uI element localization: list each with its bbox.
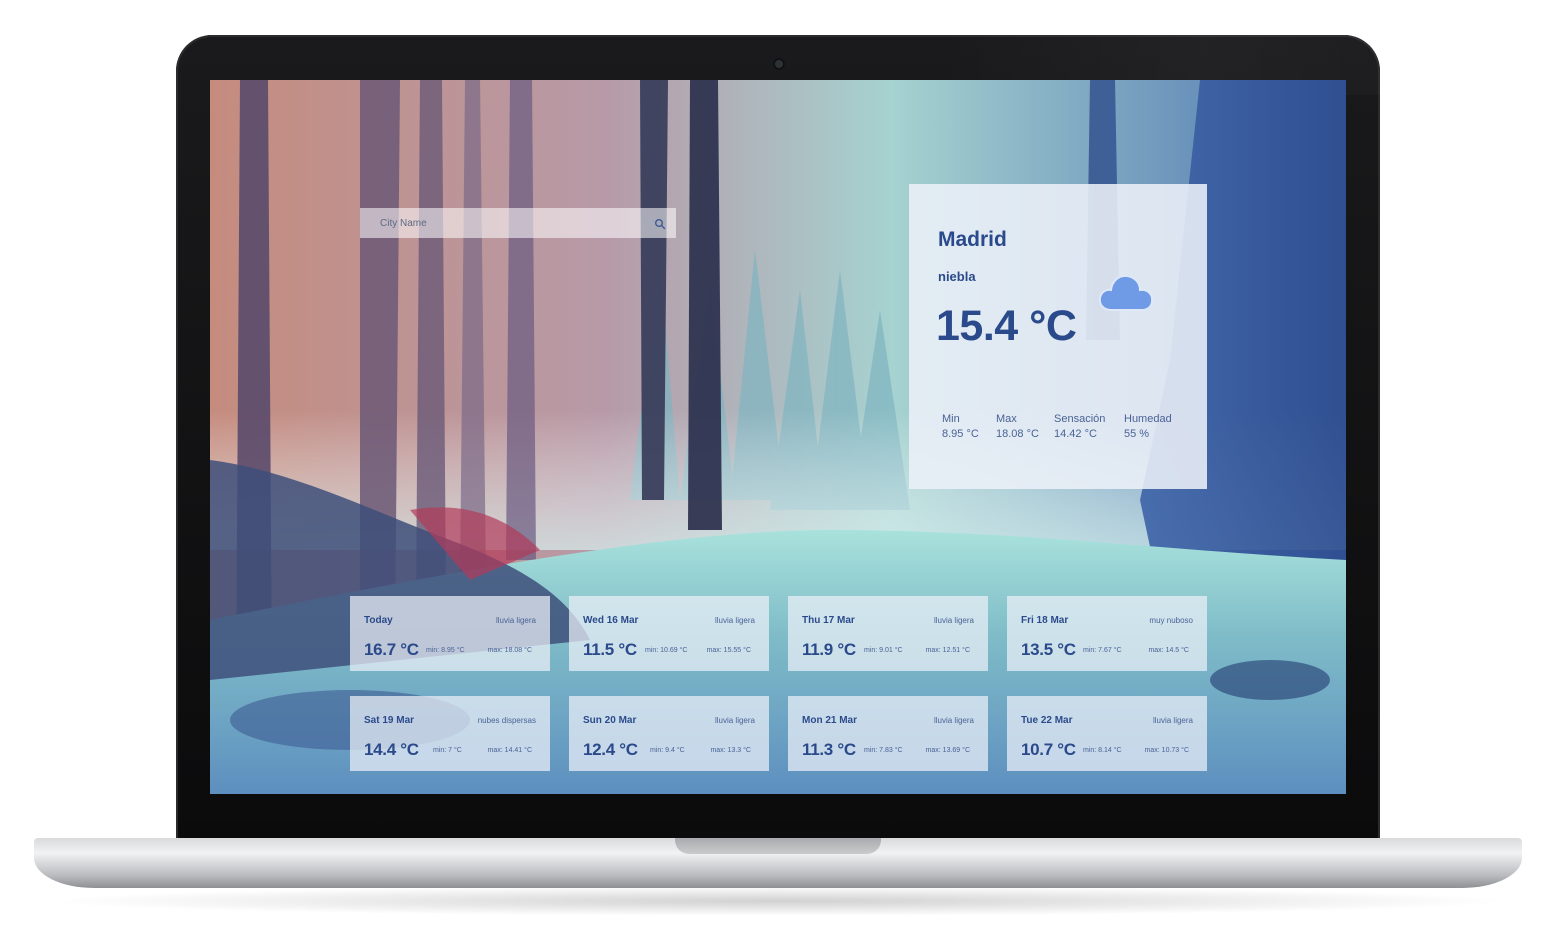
forecast-card: Sun 20 Mar lluvia ligera 12.4 °C min: 9.… [569,696,769,771]
forecast-card: Sat 19 Mar nubes dispersas 14.4 °C min: … [350,696,550,771]
forecast-temperature: 14.4 °C [364,740,419,759]
stat-max-label: Max [996,413,1017,425]
forecast-description: lluvia ligera [714,716,755,725]
forecast-temperature: 16.7 °C [364,640,419,659]
webcam [773,58,785,70]
forecast-description: lluvia ligera [714,616,755,625]
forecast-min: min: 9.4 °C [650,747,685,754]
forecast-min: min: 7.83 °C [864,747,903,754]
stat-humidity-label: Humedad [1124,413,1172,425]
forecast-min: min: 7.67 °C [1083,647,1122,654]
forecast-temperature: 11.5 °C [583,640,637,659]
current-weather-card: Madrid niebla 15.4 °C Min 8.95 °C Max 18… [909,184,1207,489]
stat-max: Max 18.08 °C [996,412,1054,442]
forecast-temperature: 12.4 °C [583,740,638,759]
stat-min-label: Min [942,413,960,425]
forecast-day: Sat 19 Mar [364,715,415,726]
forecast-max: max: 15.55 °C [706,647,751,654]
forecast-description: lluvia ligera [933,616,974,625]
forecast-day: Today [364,615,393,626]
forecast-min: min: 10.69 °C [645,647,688,654]
laptop-shadow [40,886,1516,916]
city-search-input[interactable] [378,216,654,230]
forecast-card: Tue 22 Mar lluvia ligera 10.7 °C min: 8.… [1007,696,1207,771]
forecast-min: min: 9.01 °C [864,647,903,654]
forecast-temperature: 11.3 °C [802,740,856,759]
forecast-card: Mon 21 Mar lluvia ligera 11.3 °C min: 7.… [788,696,988,771]
forecast-day: Wed 16 Mar [583,615,639,626]
forecast-card: Today lluvia ligera 16.7 °C min: 8.95 °C… [350,596,550,671]
cloud-icon [1098,274,1154,311]
search-bar[interactable] [360,208,676,238]
city-name: Madrid [938,228,1007,251]
stat-humidity: Humedad 55 % [1124,412,1194,442]
forecast-day: Fri 18 Mar [1021,615,1069,626]
forecast-day: Sun 20 Mar [583,715,637,726]
forecast-description: muy nuboso [1149,616,1193,625]
forecast-temperature: 11.9 °C [802,640,856,659]
weather-stats: Min 8.95 °C Max 18.08 °C Sensación 14.42… [942,412,1194,442]
stat-max-value: 18.08 °C [996,428,1039,440]
stat-humidity-value: 55 % [1124,428,1150,440]
forecast-description: lluvia ligera [933,716,974,725]
forecast-card: Thu 17 Mar lluvia ligera 11.9 °C min: 9.… [788,596,988,671]
forecast-description: lluvia ligera [1152,716,1193,725]
laptop-base [34,838,1522,888]
forecast-description: lluvia ligera [495,616,536,625]
forecast-max: max: 13.69 °C [925,747,970,754]
stat-feels-like-value: 14.42 °C [1054,428,1097,440]
search-icon[interactable] [654,217,666,230]
forecast-max: max: 14.5 °C [1148,647,1189,654]
app-screen: Madrid niebla 15.4 °C Min 8.95 °C Max 18… [210,80,1346,794]
laptop-notch [675,838,881,854]
current-temperature: 15.4 °C [936,302,1077,350]
forecast-card: Wed 16 Mar lluvia ligera 11.5 °C min: 10… [569,596,769,671]
stat-feels-like: Sensación 14.42 °C [1054,412,1124,442]
stat-feels-like-label: Sensación [1054,413,1106,425]
forecast-max: max: 18.08 °C [487,647,532,654]
forecast-max: max: 10.73 °C [1144,747,1189,754]
forecast-temperature: 10.7 °C [1021,740,1076,759]
forecast-day: Mon 21 Mar [802,715,858,726]
forecast-max: max: 12.51 °C [925,647,970,654]
forecast-description: nubes dispersas [477,716,536,725]
forecast-min: min: 7 °C [433,747,462,754]
forecast-day: Thu 17 Mar [802,615,855,626]
forecast-max: max: 13.3 °C [710,747,751,754]
weather-description: niebla [938,269,976,284]
forecast-min: min: 8.95 °C [426,647,465,654]
forecast-card: Fri 18 Mar muy nuboso 13.5 °C min: 7.67 … [1007,596,1207,671]
forecast-min: min: 8.14 °C [1083,747,1122,754]
forecast-day: Tue 22 Mar [1021,715,1073,726]
stat-min-value: 8.95 °C [942,428,979,440]
forecast-max: max: 14.41 °C [487,747,532,754]
stat-min: Min 8.95 °C [942,412,996,442]
forecast-temperature: 13.5 °C [1021,640,1076,659]
